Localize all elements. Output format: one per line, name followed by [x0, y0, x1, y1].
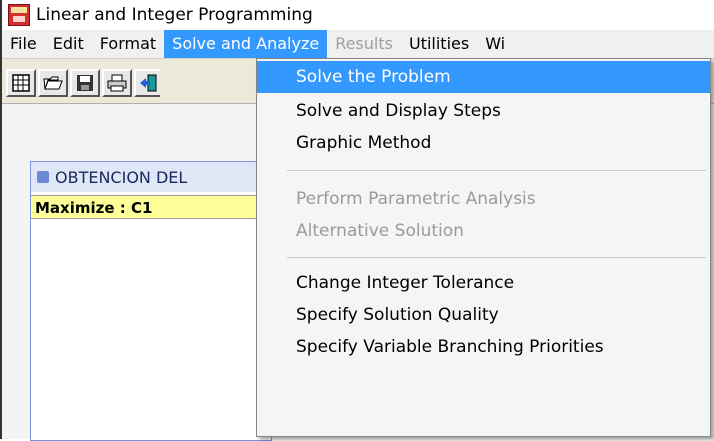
print-button[interactable]: [102, 69, 132, 97]
menu-bar: File Edit Format Solve and Analyze Resul…: [2, 30, 714, 59]
print-icon: [107, 74, 127, 92]
document-title-bar[interactable]: OBTENCION DEL: [31, 162, 271, 192]
menu-utilities[interactable]: Utilities: [401, 30, 477, 58]
menu-item-change-integer-tolerance[interactable]: Change Integer Tolerance: [257, 267, 710, 299]
menu-format[interactable]: Format: [92, 30, 164, 58]
menu-separator: [287, 257, 706, 258]
open-button[interactable]: [38, 69, 68, 97]
exit-button[interactable]: [134, 69, 160, 97]
objective-cell[interactable]: Maximize : C1: [31, 195, 271, 219]
document-icon: [37, 171, 49, 183]
save-button[interactable]: [70, 69, 100, 97]
document-title: OBTENCION DEL: [55, 167, 188, 187]
menu-solve-and-analyze[interactable]: Solve and Analyze: [164, 30, 328, 58]
menu-item-alternative-solution[interactable]: Alternative Solution: [257, 215, 710, 247]
new-table-icon: [12, 74, 30, 92]
menu-item-graphic-method[interactable]: Graphic Method: [257, 127, 710, 159]
app-logo-icon: [8, 4, 30, 26]
menu-item-variable-branching-priorities[interactable]: Specify Variable Branching Priorities: [257, 331, 710, 363]
menu-item-parametric-analysis[interactable]: Perform Parametric Analysis: [257, 183, 710, 215]
open-folder-icon: [43, 76, 63, 90]
save-disk-icon: [77, 75, 93, 91]
menu-file[interactable]: File: [2, 30, 45, 58]
menu-item-specify-solution-quality[interactable]: Specify Solution Quality: [257, 299, 710, 331]
app-window: Linear and Integer Programming File Edit…: [0, 0, 714, 441]
menu-window[interactable]: Wi: [477, 30, 513, 58]
solve-and-analyze-menu: Solve the Problem Solve and Display Step…: [256, 58, 711, 437]
menu-results[interactable]: Results: [327, 30, 401, 58]
menu-separator: [287, 170, 706, 171]
title-bar: Linear and Integer Programming: [2, 0, 714, 30]
menu-item-solve-the-problem[interactable]: Solve the Problem: [257, 61, 710, 93]
new-table-button[interactable]: [6, 69, 36, 97]
menu-edit[interactable]: Edit: [45, 30, 92, 58]
document-window[interactable]: OBTENCION DEL Maximize : C1: [30, 161, 272, 441]
exit-door-icon: [140, 74, 157, 92]
menu-item-solve-and-display-steps[interactable]: Solve and Display Steps: [257, 95, 710, 127]
window-title: Linear and Integer Programming: [36, 5, 313, 25]
